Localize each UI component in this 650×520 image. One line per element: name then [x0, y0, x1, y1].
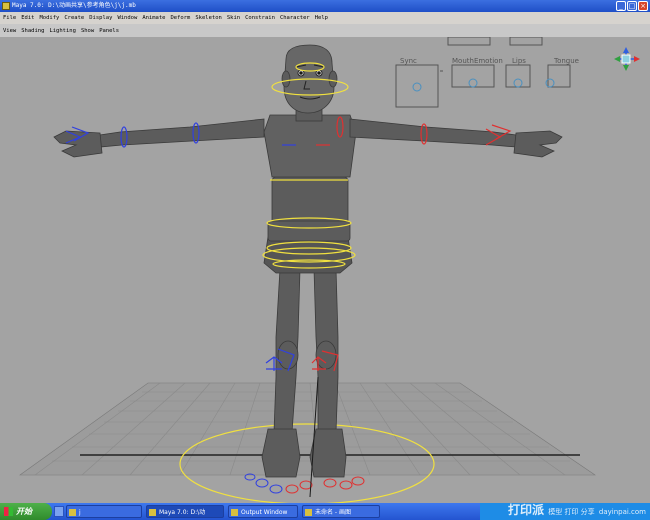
task-label: 未命名 - 画图	[315, 509, 351, 516]
view-compass-icon[interactable]	[614, 47, 640, 71]
window-title: Maya 7.0: D:\动画共享\参考角色\j\j.mb	[12, 2, 136, 9]
windows-taskbar: 开始 j Maya 7.0: D:\动 Output Window 未命名 - …	[0, 503, 650, 520]
menu-skeleton[interactable]: Skeleton	[195, 15, 222, 21]
taskbar-item-maya[interactable]: Maya 7.0: D:\动	[146, 505, 224, 518]
menu-animate[interactable]: Animate	[142, 15, 165, 21]
menu-create[interactable]: Create	[64, 15, 84, 21]
maya-app-icon	[2, 2, 10, 10]
menu-help[interactable]: Help	[315, 15, 328, 21]
panel-menu-show[interactable]: Show	[81, 28, 94, 34]
perspective-viewport[interactable]: Sync MouthEmotion Lips Tongue	[0, 37, 650, 503]
folder-icon	[69, 509, 76, 516]
face-label-lips: Lips	[512, 57, 526, 65]
panel-menu-panels[interactable]: Panels	[99, 28, 119, 34]
blue-controls[interactable]	[65, 122, 296, 372]
main-menubar: File Edit Modify Create Display Window Animate…	[0, 12, 650, 24]
task-label: j	[79, 509, 81, 516]
face-label-tongue: Tongue	[553, 57, 579, 65]
face-label-sync: Sync	[400, 57, 417, 65]
windows-flag-icon	[4, 507, 13, 516]
menu-display[interactable]: Display	[89, 15, 112, 21]
minimize-button[interactable]: _	[616, 1, 626, 11]
paint-icon	[305, 509, 312, 516]
start-label: 开始	[16, 507, 32, 516]
panel-menu-lighting[interactable]: Lighting	[49, 28, 76, 34]
menu-file[interactable]: File	[3, 15, 16, 21]
task-label: Output Window	[241, 509, 288, 516]
face-control-panel[interactable]	[395, 37, 571, 108]
watermark-subtext: 模型 打印 分享	[548, 508, 595, 516]
watermark-text: 打印派	[508, 503, 545, 517]
menu-character[interactable]: Character	[280, 15, 310, 21]
start-button[interactable]: 开始	[0, 503, 52, 520]
ground-grid	[19, 382, 596, 476]
taskbar-item-paint[interactable]: 未命名 - 画图	[302, 505, 380, 518]
panel-menu-shading[interactable]: Shading	[21, 28, 44, 34]
panel-menu-view[interactable]: View	[3, 28, 16, 34]
watermark-url: dayinpai.com	[598, 508, 646, 516]
maximize-button[interactable]: □	[627, 1, 637, 11]
menu-skin[interactable]: Skin	[227, 15, 240, 21]
menu-window[interactable]: Window	[117, 15, 137, 21]
system-tray: 打印派 模型 打印 分享 dayinpai.com	[480, 503, 650, 520]
quick-launch-icon[interactable]	[54, 506, 64, 517]
menu-constrain[interactable]: Constrain	[245, 15, 275, 21]
foot-controls[interactable]	[244, 473, 365, 494]
close-button[interactable]: ×	[638, 1, 648, 11]
task-label: Maya 7.0: D:\动	[159, 509, 206, 516]
menu-deform[interactable]: Deform	[171, 15, 191, 21]
window-titlebar: Maya 7.0: D:\动画共享\参考角色\j\j.mb _ □ ×	[0, 0, 650, 12]
maya-icon	[149, 509, 156, 516]
menu-edit[interactable]: Edit	[21, 15, 34, 21]
taskbar-item-output-window[interactable]: Output Window	[228, 505, 298, 518]
taskbar-item-j[interactable]: j	[66, 505, 142, 518]
face-label-mouth-emotion: MouthEmotion	[452, 57, 503, 65]
window-icon	[231, 509, 238, 516]
watermark-logo: 打印派 模型 打印 分享 dayinpai.com	[508, 501, 646, 518]
menu-modify[interactable]: Modify	[40, 15, 60, 21]
